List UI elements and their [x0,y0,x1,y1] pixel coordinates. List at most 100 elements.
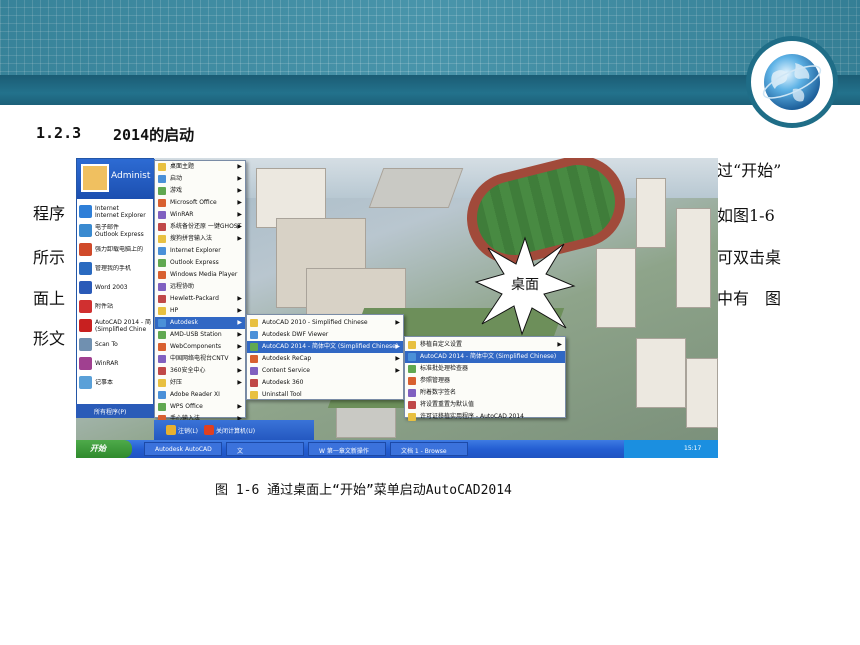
submenu-item[interactable]: Internet Explorer [155,245,245,257]
program-icon [408,353,416,361]
submenu-item-label: Internet Explorer [170,247,221,254]
submenu-item[interactable]: AMD-USB Station ▶ [155,329,245,341]
submenu-item[interactable]: Adobe Reader XI [155,389,245,401]
user-name: Administ [111,171,151,181]
submenu-item[interactable]: 许可证移植实用程序 - AutoCAD 2014 [405,411,565,423]
submenu-item[interactable]: Microsoft Office ▶ [155,197,245,209]
chevron-right-icon: ▶ [237,343,242,350]
submenu-item[interactable]: WinRAR ▶ [155,209,245,221]
power-icon [204,425,215,435]
submenu-item-label: 系统备份还原 一键GHOST [170,223,242,230]
submenu-item[interactable]: 游戏 ▶ [155,185,245,197]
building [686,358,718,428]
submenu-item[interactable]: WebComponents ▶ [155,341,245,353]
chevron-right-icon: ▶ [237,175,242,182]
program-icon [158,223,166,231]
submenu-item[interactable]: AutoCAD 2010 - Simplified Chinese ▶ [247,317,403,329]
start-menu-item-label: WinRAR [95,360,119,367]
submenu-item[interactable]: 参照管理器 [405,375,565,387]
logoff-button[interactable]: 注销(L) [166,425,198,435]
submenu-item[interactable]: Outlook Express [155,257,245,269]
submenu-item[interactable]: Content Service ▶ [247,365,403,377]
submenu-item-label: 启动 [170,175,183,182]
building [368,168,464,208]
submenu-item[interactable]: 附着数字签名 [405,387,565,399]
taskbar-button[interactable]: W 第一章文新操作 [308,442,386,456]
submenu-item-label: Hewlett-Packard [170,295,219,302]
submenu-item[interactable]: HP ▶ [155,305,245,317]
submenu-item[interactable]: 系统备份还原 一键GHOST ▶ [155,221,245,233]
figure-caption: 图 1-6 通过桌面上“开始”菜单启动AutoCAD2014 [215,483,512,498]
chevron-right-icon: ▶ [395,367,400,374]
program-icon [158,307,166,315]
submenu-item[interactable]: 移植自定义设置 ▶ [405,339,565,351]
body-text-fragment: 中有 图 [717,289,782,308]
submenu-item[interactable]: 360安全中心 ▶ [155,365,245,377]
submenu-item-label: WinRAR [170,211,194,218]
building [636,338,686,408]
start-menu-item[interactable]: Word 2003 [79,279,153,296]
submenu-item-label: Windows Media Player [170,271,238,278]
shutdown-button[interactable]: 关闭计算机(U) [204,425,255,435]
program-icon [158,319,166,327]
submenu-item[interactable]: Autodesk ▶ [155,317,245,329]
building [596,248,636,328]
start-menu-item[interactable]: AutoCAD 2014 - 简 (Simplified Chine [79,317,153,334]
submenu-item-label: HP [170,307,179,314]
submenu-item[interactable]: AutoCAD 2014 - 简体中文 (Simplified Chinese)… [247,341,403,353]
submenu-item[interactable]: 远程协助 [155,281,245,293]
program-icon [250,319,258,327]
header-shade [0,0,860,75]
start-menu-item[interactable]: 记事本 [79,374,153,391]
body-text-fragment: 所示 [33,248,66,267]
start-menu-item[interactable]: Internet Internet Explorer [79,203,153,220]
program-icon [158,259,166,267]
start-menu-item[interactable]: Scan To [79,336,153,353]
program-icon [158,271,166,279]
start-menu-item[interactable]: WinRAR [79,355,153,372]
submenu-item[interactable]: Uninstall Tool [247,389,403,401]
start-menu-user: Administ [77,159,155,199]
submenu-item[interactable]: 启动 ▶ [155,173,245,185]
submenu-item[interactable]: Autodesk 360 [247,377,403,389]
program-icon [408,389,416,397]
submenu-item[interactable]: Autodesk DWF Viewer [247,329,403,341]
start-menu-item[interactable]: 强力卸载电脑上的 [79,241,153,258]
submenu-item[interactable]: 搜狗拼音输入法 ▶ [155,233,245,245]
program-icon [158,175,166,183]
program-icon [79,338,92,351]
submenu-item[interactable]: 将设置重置为默认值 [405,399,565,411]
body-text-fragment: 形文 [33,329,66,348]
taskbar-button[interactable]: 文档 1 - Browse [390,442,468,456]
submenu-item-label: 移植自定义设置 [420,341,463,348]
submenu-item[interactable]: 中国网络电视台CNTV ▶ [155,353,245,365]
all-programs-button[interactable]: 所有程序(P) [76,404,154,418]
submenu-item-label: 桌面主题 [170,163,195,170]
taskbar-button[interactable]: Autodesk AutoCAD [144,442,222,456]
submenu-item[interactable]: Autodesk ReCap ▶ [247,353,403,365]
desktop-callout-label: 桌面 [511,277,539,293]
chevron-right-icon: ▶ [237,379,242,386]
program-icon [158,355,166,363]
chevron-right-icon: ▶ [237,403,242,410]
avatar[interactable] [81,164,109,192]
submenu-item[interactable]: AutoCAD 2014 - 简体中文 (Simplified Chinese) [405,351,565,363]
start-menu-item[interactable]: 电子邮件 Outlook Express [79,222,153,239]
body-text-fragment: 可双击桌 [717,248,782,267]
submenu-item[interactable]: 桌面主题 ▶ [155,161,245,173]
start-button[interactable]: 开始 [76,440,132,458]
start-menu-item[interactable]: 管理我的手机 [79,260,153,277]
submenu-item[interactable]: 标准批处理检查器 [405,363,565,375]
chevron-right-icon: ▶ [237,163,242,170]
taskbar-button[interactable]: 文 [226,442,304,456]
submenu-item[interactable]: Windows Media Player [155,269,245,281]
program-icon [79,243,92,256]
start-menu-item[interactable]: 附件站 [79,298,153,315]
submenu-item[interactable]: 好压 ▶ [155,377,245,389]
submenu-item-label: 游戏 [170,187,183,194]
chevron-right-icon: ▶ [237,235,242,242]
chevron-right-icon: ▶ [395,355,400,362]
submenu-item[interactable]: Hewlett-Packard ▶ [155,293,245,305]
submenu-item[interactable]: WPS Office ▶ [155,401,245,413]
program-icon [408,365,416,373]
